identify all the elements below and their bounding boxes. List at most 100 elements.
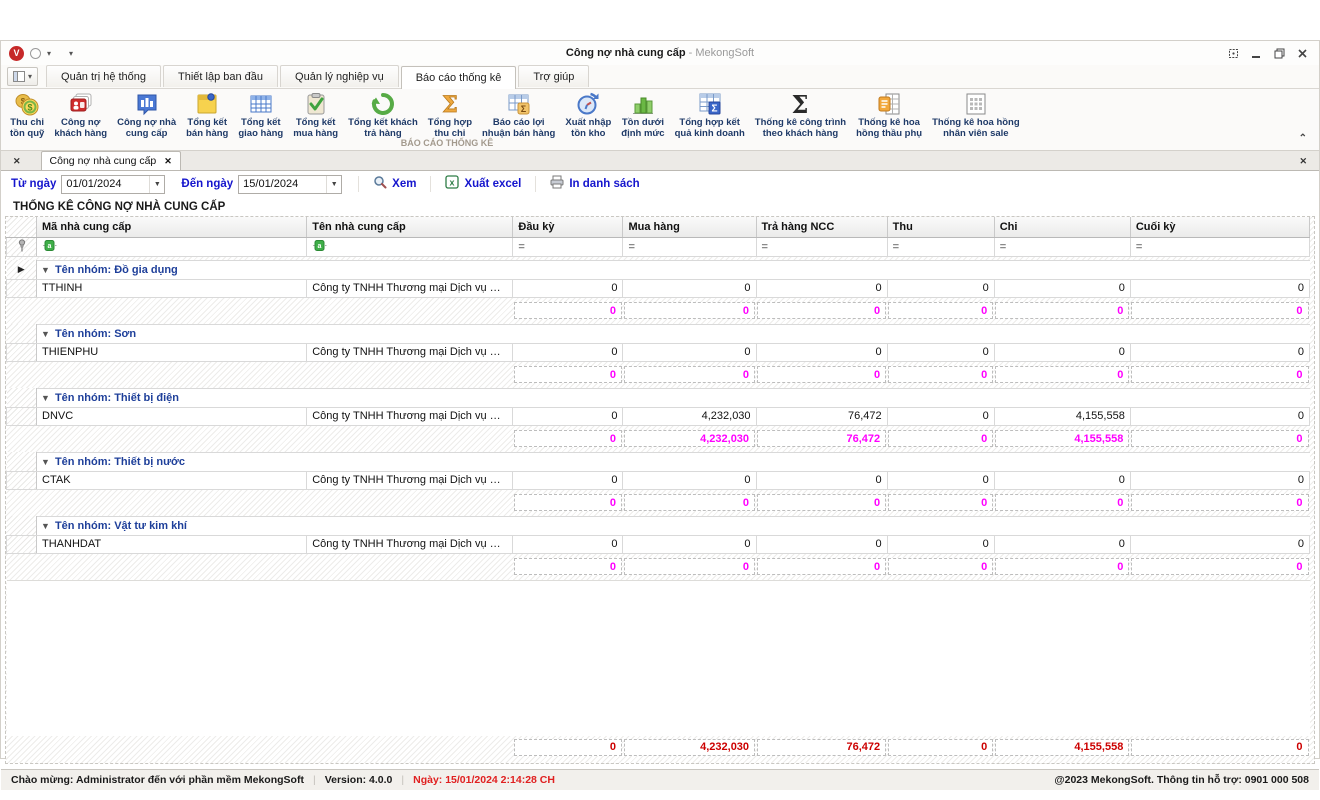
filter-cell[interactable]: = — [887, 237, 994, 256]
ribbon-item[interactable]: Tổng kết kháchtrả hàng — [343, 89, 423, 137]
chevron-down-icon[interactable]: ▼ — [326, 176, 341, 193]
cell-supplier-name[interactable]: Công ty TNHH Thương mại Dịch vụ Điện nướ… — [307, 279, 513, 297]
cell-supplier-code[interactable]: DNVC — [37, 407, 307, 425]
column-header[interactable]: Chi — [994, 217, 1130, 237]
from-date-value[interactable]: 01/01/2024 — [62, 178, 149, 190]
ribbon-item[interactable]: Tổng kếtmua hàng — [288, 89, 343, 137]
cell-amount[interactable]: 0 — [887, 535, 994, 553]
ribbon-item[interactable]: Tổng kếtgiao hàng — [233, 89, 288, 137]
cell-amount[interactable]: 0 — [623, 343, 756, 361]
fit-window-icon[interactable] — [1227, 47, 1240, 60]
to-date-value[interactable]: 15/01/2024 — [239, 178, 326, 190]
column-header[interactable]: Thu — [887, 217, 994, 237]
ribbon-item[interactable]: Công nợ nhàcung cấp — [112, 89, 181, 137]
cell-supplier-name[interactable]: Công ty TNHH Thương mại Dịch vụ Điện nướ… — [307, 471, 513, 489]
from-date-combo[interactable]: 01/01/2024 ▼ — [61, 175, 165, 194]
cell-amount[interactable]: 0 — [513, 407, 623, 425]
cell-amount[interactable]: 0 — [623, 535, 756, 553]
cell-amount[interactable]: 0 — [887, 279, 994, 297]
cell-amount[interactable]: 0 — [1130, 343, 1309, 361]
quick-access-menu-caret-icon[interactable]: ▾ — [69, 49, 73, 58]
ribbon-tab[interactable]: Quản trị hệ thống — [46, 65, 161, 87]
filter-cell[interactable]: a — [307, 237, 513, 256]
cell-amount[interactable]: 76,472 — [756, 407, 887, 425]
cell-amount[interactable]: 0 — [887, 407, 994, 425]
column-header[interactable]: Mã nhà cung cấp — [37, 217, 307, 237]
cell-amount[interactable]: 0 — [1130, 279, 1309, 297]
filter-cell[interactable]: = — [513, 237, 623, 256]
cell-amount[interactable]: 0 — [513, 343, 623, 361]
view-button[interactable]: Xem — [373, 175, 416, 194]
group-row[interactable]: ▼Tên nhóm: Vật tư kim khí — [7, 516, 1310, 535]
filter-cell[interactable]: = — [1130, 237, 1309, 256]
cell-amount[interactable]: 0 — [994, 535, 1130, 553]
cell-supplier-code[interactable]: TTHINH — [37, 279, 307, 297]
table-row[interactable]: DNVCCông ty TNHH Thương mại Dịch vụ Điện… — [7, 407, 1310, 425]
cell-amount[interactable]: 0 — [1130, 535, 1309, 553]
ribbon-item[interactable]: Xuất nhậptồn kho — [560, 89, 616, 137]
cell-amount[interactable]: 4,232,030 — [623, 407, 756, 425]
ribbon-item[interactable]: $$Thu chitồn quỹ — [5, 89, 49, 137]
cell-amount[interactable]: 0 — [513, 535, 623, 553]
close-tabstrip-icon[interactable]: ✕ — [1293, 156, 1313, 170]
column-header[interactable]: Mua hàng — [623, 217, 756, 237]
collapse-group-icon[interactable]: ▼ — [41, 521, 50, 531]
app-menu-button[interactable]: ▾ — [7, 67, 38, 86]
cell-amount[interactable]: 0 — [513, 279, 623, 297]
filter-cell[interactable]: = — [994, 237, 1130, 256]
chevron-down-icon[interactable]: ▼ — [149, 176, 164, 193]
close-icon[interactable] — [1296, 47, 1309, 60]
cell-amount[interactable]: 0 — [756, 471, 887, 489]
ribbon-item[interactable]: Công nợkhách hàng — [49, 89, 112, 137]
cell-amount[interactable]: 0 — [756, 343, 887, 361]
ribbon-item[interactable]: Tồn dướiđịnh mức — [616, 89, 669, 137]
cell-supplier-name[interactable]: Công ty TNHH Thương mại Dịch vụ Điện nướ… — [307, 535, 513, 553]
quick-access-circle-icon[interactable] — [30, 48, 41, 59]
ribbon-item[interactable]: ΣThống kê công trìnhtheo khách hàng — [750, 89, 851, 137]
ribbon-item[interactable]: ΣBáo cáo lợinhuận bán hàng — [477, 89, 560, 137]
group-row[interactable]: ▼Tên nhóm: Thiết bị nước — [7, 452, 1310, 471]
close-all-tabs-icon[interactable]: ✕ — [7, 156, 27, 170]
restore-icon[interactable] — [1273, 47, 1286, 60]
filter-cell[interactable]: a — [37, 237, 307, 256]
filter-cell[interactable]: = — [623, 237, 756, 256]
cell-amount[interactable]: 0 — [513, 471, 623, 489]
group-row[interactable]: ▼Tên nhóm: Sơn — [7, 324, 1310, 343]
collapse-group-icon[interactable]: ▼ — [41, 265, 50, 275]
table-row[interactable]: THANHDATCông ty TNHH Thương mại Dịch vụ … — [7, 535, 1310, 553]
ribbon-tab[interactable]: Thiết lập ban đầu — [163, 65, 278, 87]
collapse-group-icon[interactable]: ▼ — [41, 457, 50, 467]
print-list-button[interactable]: In danh sách — [550, 175, 639, 194]
cell-amount[interactable]: 0 — [756, 535, 887, 553]
doc-tab-active[interactable]: Công nợ nhà cung cấp ✕ — [41, 151, 181, 170]
ribbon-item[interactable]: Thống kê hoa hồngnhân viên sale — [927, 89, 1025, 137]
cell-amount[interactable]: 0 — [994, 343, 1130, 361]
cell-amount[interactable]: 0 — [623, 279, 756, 297]
table-row[interactable]: TTHINHCông ty TNHH Thương mại Dịch vụ Đi… — [7, 279, 1310, 297]
collapse-ribbon-icon[interactable]: ⌃ — [1299, 133, 1307, 144]
column-header[interactable]: Cuối kỳ — [1130, 217, 1309, 237]
cell-amount[interactable]: 0 — [887, 471, 994, 489]
cell-amount[interactable]: 0 — [1130, 407, 1309, 425]
cell-amount[interactable]: 0 — [994, 279, 1130, 297]
minimize-icon[interactable] — [1250, 47, 1263, 60]
to-date-combo[interactable]: 15/01/2024 ▼ — [238, 175, 342, 194]
cell-amount[interactable]: 0 — [756, 279, 887, 297]
ribbon-item[interactable]: Thống kê hoahồng thầu phụ — [851, 89, 927, 137]
export-excel-button[interactable]: x Xuất excel — [445, 175, 521, 194]
ribbon-item[interactable]: Tổng kếtbán hàng — [181, 89, 233, 137]
close-tab-icon[interactable]: ✕ — [164, 156, 172, 167]
ribbon-tab[interactable]: Trợ giúp — [518, 65, 589, 87]
ribbon-item[interactable]: ΣTổng hợp kếtquả kinh doanh — [670, 89, 750, 137]
ribbon-item[interactable]: ΣTổng hợpthu chi — [423, 89, 477, 137]
cell-supplier-name[interactable]: Công ty TNHH Thương mại Dịch vụ Điện nướ… — [307, 343, 513, 361]
cell-amount[interactable]: 0 — [623, 471, 756, 489]
cell-amount[interactable]: 0 — [887, 343, 994, 361]
filter-cell[interactable]: = — [756, 237, 887, 256]
table-row[interactable]: CTAKCông ty TNHH Thương mại Dịch vụ Điện… — [7, 471, 1310, 489]
cell-supplier-name[interactable]: Công ty TNHH Thương mại Dịch vụ Điện nướ… — [307, 407, 513, 425]
ribbon-tab[interactable]: Quản lý nghiệp vụ — [280, 65, 399, 87]
column-header[interactable]: Đầu kỳ — [513, 217, 623, 237]
cell-amount[interactable]: 0 — [994, 471, 1130, 489]
cell-supplier-code[interactable]: THANHDAT — [37, 535, 307, 553]
